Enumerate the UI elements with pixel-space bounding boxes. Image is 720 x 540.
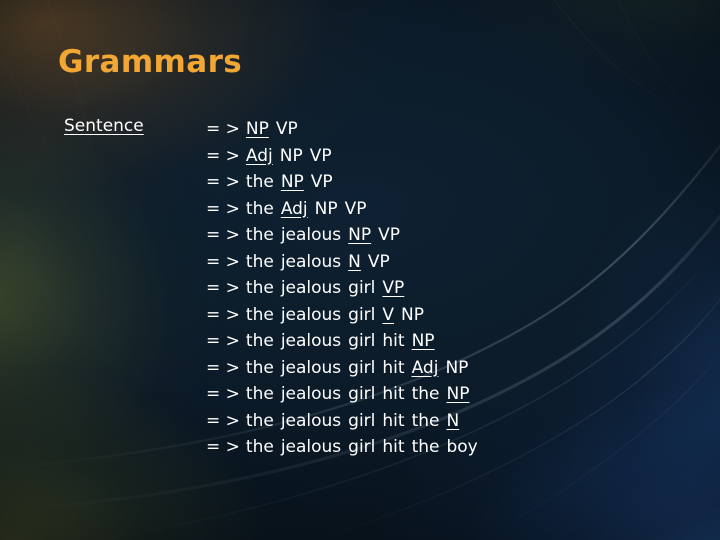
derivation-token: girl [348, 278, 376, 298]
derivation-token: the [245, 198, 274, 219]
derivation-token: hit [382, 410, 405, 431]
derivation-token-expanded: V [382, 304, 395, 325]
derivation-token: the [245, 357, 274, 378]
derivation-token: hit [382, 357, 405, 378]
derives-arrow: = > [206, 384, 240, 404]
derivation-line: = > the jealous girl V NP [206, 302, 478, 329]
derivation-token: the [245, 278, 274, 298]
derivation-line: = > NP VP [206, 116, 478, 143]
derivation-token-expanded: NP [348, 225, 372, 245]
derives-arrow: = > [206, 304, 240, 325]
derivation-token: girl [348, 437, 376, 457]
derivation-token: jealous [280, 331, 342, 351]
derivation-token-expanded: N [446, 410, 460, 431]
derivation-token: jealous [280, 437, 342, 457]
derivation-line: = > the jealous girl hit the boy [206, 434, 478, 461]
derivation-token: jealous [280, 357, 342, 378]
derivation-token: girl [348, 384, 376, 404]
derivation-token: jealous [280, 225, 342, 245]
derivation-token-expanded: NP [446, 384, 470, 404]
derivation-token: jealous [280, 251, 342, 272]
derivation-token: jealous [280, 278, 342, 298]
derivation-token: VP [310, 172, 333, 192]
derivation-list: = > NP VP = > Adj NP VP = > the NP VP = > the Adj NP VP… [206, 116, 478, 461]
derivation-token-expanded: N [348, 251, 361, 272]
derives-arrow: = > [206, 251, 240, 272]
derivation-token: VP [367, 251, 390, 272]
derivation-token: the [245, 251, 274, 272]
derivation-line: = > the NP VP [206, 169, 478, 196]
derivation-token: the [411, 384, 440, 404]
derivation-token: VP [309, 145, 332, 166]
derivation-line: = > the jealous girl hit NP [206, 328, 478, 355]
derivation-token: girl [348, 331, 376, 351]
derivation-token: the [245, 304, 274, 325]
derives-arrow: = > [206, 437, 240, 457]
derivation-token: girl [348, 357, 376, 378]
presentation-slide: Grammars Sentence = > NP VP = > Adj NP VP = > th… [0, 0, 720, 540]
derivation-token-expanded: Adj [280, 198, 308, 219]
derivation-line: = > the jealous N VP [206, 249, 478, 276]
derivation-token: girl [348, 304, 376, 325]
derives-arrow: = > [206, 198, 240, 219]
derivation-token: hit [382, 331, 405, 351]
derivation-token: hit [382, 437, 405, 457]
derivation-line: = > the jealous girl hit the N [206, 408, 478, 435]
derivation-token: NP [445, 357, 469, 378]
derivation-line: = > the jealous NP VP [206, 222, 478, 249]
derivation-token: the [245, 384, 274, 404]
derivation-line: = > the Adj NP VP [206, 196, 478, 223]
slide-content: Grammars Sentence = > NP VP = > Adj NP VP = > th… [0, 0, 720, 540]
derivation-token: NP [314, 198, 338, 219]
derivation-token-expanded: Adj [245, 145, 273, 166]
derivation-token: boy [446, 437, 478, 457]
derivation-token-expanded: VP [382, 278, 405, 298]
derivation-token: VP [275, 119, 298, 139]
page-title: Grammars [58, 44, 243, 80]
derives-arrow: = > [206, 357, 240, 378]
derivation-token-expanded: Adj [411, 357, 439, 378]
derivation-token: VP [378, 225, 401, 245]
derivation-token-expanded: NP [280, 172, 304, 192]
derivation-line: = > the jealous girl hit the NP [206, 381, 478, 408]
derivation-token: NP [279, 145, 303, 166]
derivation-token: the [411, 437, 440, 457]
derivation-token: VP [344, 198, 367, 219]
derives-arrow: = > [206, 172, 240, 192]
derives-arrow: = > [206, 278, 240, 298]
start-symbol-label: Sentence [64, 116, 144, 136]
derivation-token: the [245, 410, 274, 431]
derivation-token: the [245, 437, 274, 457]
derivation-token: the [245, 225, 274, 245]
derivation-token-expanded: NP [411, 331, 435, 351]
derivation-token: the [245, 331, 274, 351]
derivation-token: hit [382, 384, 405, 404]
derivation-token: the [245, 172, 274, 192]
derivation-token-expanded: NP [245, 119, 269, 139]
derivation-token: jealous [280, 304, 342, 325]
derivation-token: girl [348, 410, 376, 431]
derives-arrow: = > [206, 225, 240, 245]
derivation-token: NP [401, 304, 425, 325]
derives-arrow: = > [206, 410, 240, 431]
derives-arrow: = > [206, 119, 240, 139]
derivation-line: = > the jealous girl VP [206, 275, 478, 302]
derivation-line: = > the jealous girl hit Adj NP [206, 355, 478, 382]
derivation-line: = > Adj NP VP [206, 143, 478, 170]
derivation-token: jealous [280, 410, 342, 431]
derivation-token: the [411, 410, 440, 431]
derives-arrow: = > [206, 331, 240, 351]
derives-arrow: = > [206, 145, 240, 166]
derivation-token: jealous [280, 384, 342, 404]
